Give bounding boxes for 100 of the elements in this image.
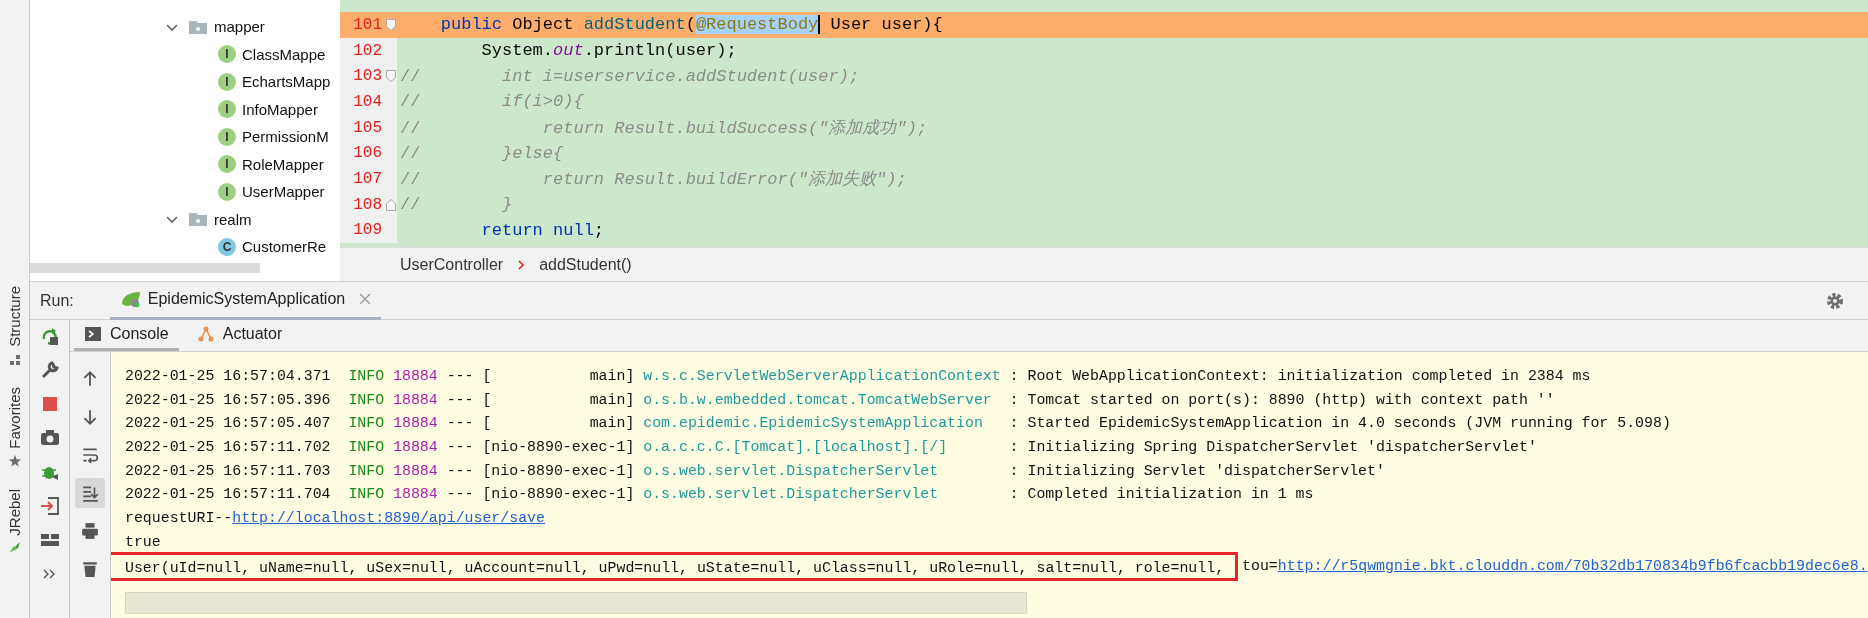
tree-item-label: PermissionM — [242, 128, 329, 146]
process-id: 18884 — [393, 461, 438, 481]
tool-window-tab[interactable]: Favorites — [6, 386, 23, 449]
log-separator: --- — [446, 438, 474, 458]
log-separator: --- — [446, 367, 474, 386]
log-message: : Initializing Spring DispatcherServlet 'dispatcherServlet' — [1009, 438, 1537, 458]
log-message: : Initializing Servlet 'dispatcherServlet' — [1009, 461, 1385, 481]
tree-item-label: UserMapper — [242, 183, 325, 201]
logger-name: o.s.web.servlet.DispatcherServlet — [643, 461, 940, 481]
console-output: tou=http://r5qwmgnie.bkt.clouddn.com/70b32db170834b9fb6fcacbb19dec6e8. — [1242, 556, 1868, 576]
code-text: System.out.println(user); — [480, 41, 737, 61]
thread-name: [ main] — [482, 414, 635, 434]
thread-name: [ main] — [482, 367, 635, 386]
process-id: 18884 — [393, 390, 438, 410]
tree-item[interactable]: I UserMapper — [30, 178, 340, 206]
log-timestamp: 2022-01-25 16:57:05.407 — [125, 414, 331, 434]
settings-icon[interactable] — [1826, 291, 1844, 310]
tree-item[interactable]: I PermissionM — [30, 123, 340, 151]
tree-item-label: RoleMapper — [242, 155, 324, 173]
thread-name: [nio-8890-exec-1] — [482, 461, 635, 481]
toolbar-button[interactable] — [75, 478, 105, 508]
tree-item[interactable]: I ClassMappe — [30, 40, 340, 68]
log-separator: --- — [446, 390, 474, 410]
log-message: : Tomcat started on port(s): 8890 (http) with context path '' — [1009, 390, 1555, 410]
tree-item[interactable]: C CustomerRe — [30, 233, 340, 261]
highlighted-output: User(uId=null, uName=null, uSex=null, uAccount=null, uPwd=null, uState=null, uClass=null, uRole=null, salt=null, role=null, — [111, 551, 1239, 582]
log-separator: --- — [446, 414, 474, 434]
scrollbar[interactable] — [30, 263, 260, 273]
log-timestamp: 2022-01-25 16:57:05.396 — [125, 390, 331, 410]
tool-window-tab[interactable]: JRebel — [6, 488, 23, 536]
console-tab[interactable]: Actuator — [186, 320, 293, 351]
scroll-to-end-icon — [81, 484, 99, 502]
line-number: 108 — [352, 195, 382, 214]
breadcrumb-item[interactable]: UserController — [400, 255, 504, 274]
code-text: // } — [399, 195, 513, 215]
log-level: INFO — [348, 367, 385, 386]
close-icon[interactable] — [359, 293, 372, 305]
run-label: Run: — [40, 291, 74, 310]
camera-icon[interactable] — [39, 428, 60, 448]
line-number: 101 — [352, 15, 382, 34]
thread-name: [nio-8890-exec-1] — [482, 438, 635, 458]
wrap-icon — [81, 446, 99, 464]
log-level: INFO — [348, 414, 385, 434]
file-type-icon: I — [218, 127, 236, 146]
log-timestamp: 2022-01-25 16:57:11.704 — [125, 485, 331, 505]
rocket-icon[interactable] — [8, 541, 21, 554]
tree-item-label: CustomerRe — [242, 238, 327, 256]
log-message: : Root WebApplicationContext: initialization completed in 2384 ms — [1009, 367, 1591, 386]
tree-item-label: EchartsMapp — [242, 73, 331, 91]
line-number: 103 — [352, 67, 382, 86]
log-message: : Completed initialization in 1 ms — [1009, 485, 1314, 505]
wrench-icon[interactable] — [39, 360, 60, 380]
link[interactable]: http://localhost:8890/api/user/save — [232, 510, 545, 527]
process-id: 18884 — [393, 414, 438, 434]
trash-icon — [81, 560, 99, 578]
star-icon[interactable] — [8, 454, 21, 467]
tree-item-label: ClassMappe — [242, 45, 326, 63]
folder-icon — [188, 211, 208, 228]
log-timestamp: 2022-01-25 16:57:11.702 — [125, 438, 331, 458]
run-tab[interactable]: EpidemicSystemApplication — [109, 281, 382, 320]
line-number: 109 — [352, 221, 382, 240]
printer-icon — [81, 522, 99, 540]
log-timestamp: 2022-01-25 16:57:11.703 — [125, 461, 331, 481]
logger-name: com.epidemic.EpidemicSystemApplication — [643, 414, 984, 434]
log-separator: --- — [446, 485, 474, 505]
down-arrow-icon — [81, 408, 99, 426]
file-type-icon: I — [218, 45, 236, 64]
network-icon — [196, 325, 215, 343]
link[interactable]: http://r5qwmgnie.bkt.clouddn.com/70b32db170834b9fb6fcacbb19dec6e8. — [1277, 557, 1868, 574]
code-text: // if(i>0){ — [399, 92, 584, 112]
tree-item[interactable]: I InfoMapper — [30, 95, 340, 123]
process-id: 18884 — [393, 367, 438, 386]
tree-item[interactable]: I EchartsMapp — [30, 68, 340, 96]
terminal-icon — [84, 325, 102, 343]
code-text: // }else{ — [399, 143, 564, 163]
file-type-icon: I — [218, 155, 236, 174]
exit-icon[interactable] — [39, 496, 60, 516]
breadcrumb-item[interactable]: addStudent() — [539, 255, 632, 274]
line-number: 107 — [352, 169, 382, 188]
file-type-icon: I — [218, 100, 236, 119]
folder-icon — [188, 18, 208, 35]
line-number: 102 — [352, 41, 382, 60]
file-type-icon: I — [218, 182, 236, 201]
thread-name: [ main] — [482, 390, 635, 410]
log-separator: --- — [446, 461, 474, 481]
tree-item[interactable]: I RoleMapper — [30, 150, 340, 178]
horizontal-scrollbar[interactable] — [125, 592, 1027, 615]
log-timestamp: 2022-01-25 16:57:04.371 — [125, 367, 331, 386]
tree-item[interactable]: realm — [30, 205, 340, 233]
logger-name: w.s.c.ServletWebServerApplicationContext — [643, 367, 1002, 386]
logger-name: o.a.c.c.C.[Tomcat].[localhost].[/] — [643, 438, 949, 458]
code-text: // return Result.buildError("添加失败"); — [399, 169, 907, 191]
tool-window-tab[interactable]: Structure — [6, 286, 23, 347]
tree-item-label: mapper — [214, 18, 265, 36]
logger-name: o.s.b.w.embedded.tomcat.TomcatWebServer — [643, 390, 993, 410]
code-text: return null; — [480, 220, 605, 240]
log-message: : Started EpidemicSystemApplication in 4.0 seconds (JVM running for 5.098) — [1009, 414, 1671, 434]
structure-icon[interactable] — [8, 352, 21, 365]
tree-item[interactable]: mapper — [30, 13, 340, 41]
file-type-icon: C — [218, 237, 236, 256]
